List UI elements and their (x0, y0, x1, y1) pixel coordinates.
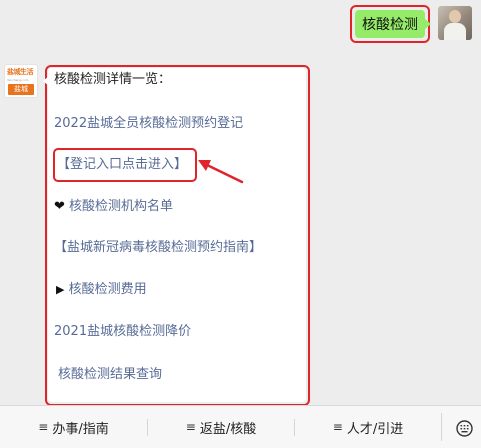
pointer-arrow-icon (198, 160, 244, 184)
menu-item-return-nucleic[interactable]: ≡ 返盐/核酸 (148, 406, 294, 448)
link-institutions-text: 核酸检测机构名单 (64, 199, 174, 214)
link-result-query-text: 核酸检测结果查询 (58, 367, 163, 382)
menu-item-label: 办事/指南 (52, 421, 109, 437)
account-logo-text: 盐城生活 (7, 68, 34, 76)
link-fees[interactable]: ▶ 核酸检测费用 (56, 281, 147, 299)
outgoing-message-text: 核酸检测 (362, 17, 418, 33)
message-intro: 核酸检测详情一览： (54, 72, 172, 87)
outgoing-message-bubble[interactable]: 核酸检测 (355, 10, 425, 38)
keyboard-icon[interactable] (456, 420, 473, 437)
link-registration[interactable]: 2022盐城全员核酸检测预约登记 (54, 115, 243, 133)
account-avatar[interactable]: 盐城生活 Yancheng.com 盐城 (4, 64, 38, 98)
menu-item-talent[interactable]: ≡ 人才/引进 (295, 406, 441, 448)
link-registration-text: 2022盐城全员核酸检测预约登记 (54, 116, 244, 131)
menu-item-label: 返盐/核酸 (199, 421, 257, 437)
link-result-query[interactable]: 核酸检测结果查询 (58, 366, 162, 384)
outgoing-bubble-tail (425, 19, 431, 29)
incoming-bubble-tail (43, 76, 49, 86)
menu-lines-icon: ≡ (185, 420, 196, 434)
user-avatar-head (449, 10, 461, 23)
user-avatar-body (444, 23, 466, 40)
link-appointment-guide[interactable]: 【盐城新冠病毒核酸检测预约指南】 (54, 239, 262, 257)
user-avatar[interactable] (438, 6, 472, 40)
link-entry[interactable]: 【登记入口点击进入】 (57, 156, 187, 174)
link-price-reduction[interactable]: 2021盐城核酸检测降价 (54, 323, 191, 341)
bottom-menu-bar: ≡ 办事/指南 ≡ 返盐/核酸 ≡ 人才/引进 (0, 405, 481, 448)
account-logo-subtext: Yancheng.com (7, 78, 29, 82)
menu-divider (441, 413, 442, 441)
link-entry-text: 【登记入口点击进入】 (57, 157, 188, 172)
menu-item-affairs-guide[interactable]: ≡ 办事/指南 (0, 406, 147, 448)
link-fees-text: 核酸检测费用 (64, 282, 147, 297)
link-institutions[interactable]: ❤ 核酸检测机构名单 (54, 198, 173, 216)
menu-item-label: 人才/引进 (346, 421, 404, 437)
link-price-reduction-text: 2021盐城核酸检测降价 (54, 324, 192, 339)
heart-icon: ❤ (54, 199, 65, 214)
menu-lines-icon: ≡ (38, 420, 49, 434)
chat-area: 核酸检测 盐城生活 Yancheng.com 盐城 核酸检测详情一览： 2022… (0, 0, 481, 406)
account-city-tag: 盐城 (8, 84, 34, 95)
menu-lines-icon: ≡ (332, 420, 343, 434)
link-appointment-guide-text: 【盐城新冠病毒核酸检测预约指南】 (54, 240, 263, 255)
